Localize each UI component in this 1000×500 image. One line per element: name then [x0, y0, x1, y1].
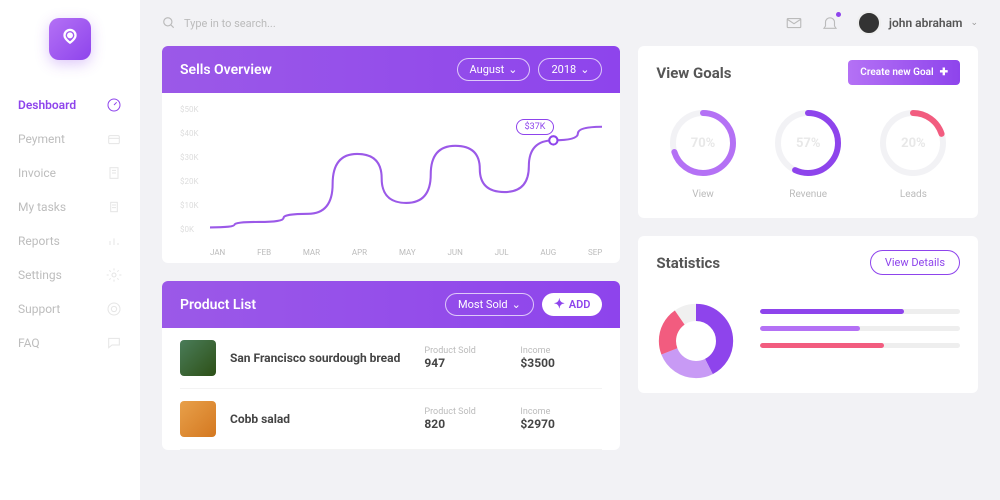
sidebar-item-label: Reports: [18, 234, 60, 248]
wallet-icon: [106, 131, 122, 147]
stats-header: Statistics View Details: [638, 236, 978, 289]
product-row[interactable]: San Francisco sourdough bread Product Sol…: [180, 328, 602, 389]
chevron-down-icon: ⌄: [580, 63, 589, 76]
goals-header: View Goals Create new Goal✚: [638, 46, 978, 99]
sells-title: Sells Overview: [180, 62, 272, 78]
products-header: Product List Most Sold⌄ ✦ADD: [162, 281, 620, 328]
ring-value: 70%: [667, 107, 739, 179]
sidebar: Deshboard Peyment Invoice My tasks Reports Se…: [0, 0, 140, 500]
stat-bars: [760, 301, 960, 381]
income-label: Income: [520, 346, 602, 356]
product-name: San Francisco sourdough bread: [230, 351, 410, 365]
ring-label: View: [692, 189, 714, 200]
plus-icon: ✦: [554, 297, 565, 312]
sold-label: Product Sold: [424, 346, 506, 356]
income-value: $2970: [520, 417, 602, 431]
sidebar-item-faq[interactable]: FAQ: [0, 326, 140, 360]
avatar: [857, 11, 881, 35]
sells-header: Sells Overview August⌄ 2018⌄: [162, 46, 620, 93]
products-card: Product List Most Sold⌄ ✦ADD San Francis…: [162, 281, 620, 450]
gauge-icon: [106, 97, 122, 113]
sidebar-item-label: Peyment: [18, 132, 65, 146]
income-value: $3500: [520, 356, 602, 370]
stats-donut: [656, 301, 736, 381]
stat-bar: [760, 343, 960, 348]
year-selector[interactable]: 2018⌄: [538, 58, 602, 81]
products-title: Product List: [180, 297, 256, 313]
sidebar-item-peyment[interactable]: Peyment: [0, 122, 140, 156]
sidebar-item-invoice[interactable]: Invoice: [0, 156, 140, 190]
search-box[interactable]: Type in to search...: [162, 16, 276, 30]
chevron-down-icon: ⌄: [512, 298, 521, 311]
nav: Deshboard Peyment Invoice My tasks Reports Se…: [0, 88, 140, 360]
sort-selector[interactable]: Most Sold⌄: [445, 293, 534, 316]
sells-card: Sells Overview August⌄ 2018⌄ $50K$40K$30…: [162, 46, 620, 263]
bell-icon[interactable]: [821, 14, 839, 32]
search-placeholder: Type in to search...: [184, 17, 276, 30]
sidebar-item-label: FAQ: [18, 336, 40, 350]
mail-icon[interactable]: [785, 14, 803, 32]
chevron-down-icon: ⌄: [508, 63, 517, 76]
user-menu[interactable]: john abraham ⌄: [857, 11, 978, 35]
plus-icon: ✚: [940, 67, 948, 78]
product-image: [180, 401, 216, 437]
ring-label: Revenue: [789, 189, 827, 200]
app-logo: [49, 18, 91, 60]
sidebar-item-deshboard[interactable]: Deshboard: [0, 88, 140, 122]
chart-tooltip: $37K: [516, 119, 555, 135]
sidebar-item-label: Deshboard: [18, 98, 76, 112]
notification-dot: [836, 12, 841, 17]
stat-bar: [760, 309, 960, 314]
sidebar-item-settings[interactable]: Settings: [0, 258, 140, 292]
month-selector[interactable]: August⌄: [457, 58, 531, 81]
goal-ring-revenue: 57% Revenue: [772, 107, 844, 200]
chat-icon: [106, 335, 122, 351]
clipboard-icon: [106, 199, 122, 215]
sold-value: 820: [424, 417, 506, 431]
sidebar-item-reports[interactable]: Reports: [0, 224, 140, 258]
sidebar-item-support[interactable]: Support: [0, 292, 140, 326]
lifebuoy-icon: [106, 301, 122, 317]
username: john abraham: [889, 16, 963, 30]
product-image: [180, 340, 216, 376]
sold-value: 947: [424, 356, 506, 370]
topbar: Type in to search... john abraham ⌄: [140, 0, 1000, 46]
create-goal-button[interactable]: Create new Goal✚: [848, 60, 960, 85]
goal-ring-view: 70% View: [667, 107, 739, 200]
sells-chart: $50K$40K$30K$20K$10K$0K $37K JANFEBMARAP…: [162, 93, 620, 263]
sold-label: Product Sold: [424, 407, 506, 417]
goal-ring-leads: 20% Leads: [877, 107, 949, 200]
receipt-icon: [106, 165, 122, 181]
goals-title: View Goals: [656, 64, 731, 82]
stats-card: Statistics View Details: [638, 236, 978, 393]
add-button[interactable]: ✦ADD: [542, 293, 603, 316]
main: Type in to search... john abraham ⌄ Sell…: [140, 0, 1000, 500]
stat-bar: [760, 326, 960, 331]
chevron-down-icon: ⌄: [970, 18, 978, 28]
sidebar-item-label: Support: [18, 302, 60, 316]
barchart-icon: [106, 233, 122, 249]
stats-body: [638, 289, 978, 393]
x-axis: JANFEBMARAPRMAYJUNJULAUGSEP: [210, 248, 602, 257]
gear-icon: [106, 267, 122, 283]
ring-label: Leads: [900, 189, 927, 200]
product-list: San Francisco sourdough bread Product Sol…: [162, 328, 620, 450]
product-row[interactable]: Cobb salad Product Sold820 Income$2970: [180, 389, 602, 450]
income-label: Income: [520, 407, 602, 417]
sidebar-item-label: Invoice: [18, 166, 56, 180]
product-name: Cobb salad: [230, 412, 410, 426]
goal-rings: 70% View 57% Revenue 20% Leads: [638, 99, 978, 218]
goals-card: View Goals Create new Goal✚ 70% View 57% Re…: [638, 46, 978, 218]
view-details-button[interactable]: View Details: [870, 250, 960, 275]
sidebar-item-label: My tasks: [18, 200, 66, 214]
search-icon: [162, 16, 176, 30]
stats-title: Statistics: [656, 254, 720, 272]
content: Sells Overview August⌄ 2018⌄ $50K$40K$30…: [140, 46, 1000, 500]
ring-value: 57%: [772, 107, 844, 179]
sidebar-item-my-tasks[interactable]: My tasks: [0, 190, 140, 224]
ring-value: 20%: [877, 107, 949, 179]
sidebar-item-label: Settings: [18, 268, 62, 282]
